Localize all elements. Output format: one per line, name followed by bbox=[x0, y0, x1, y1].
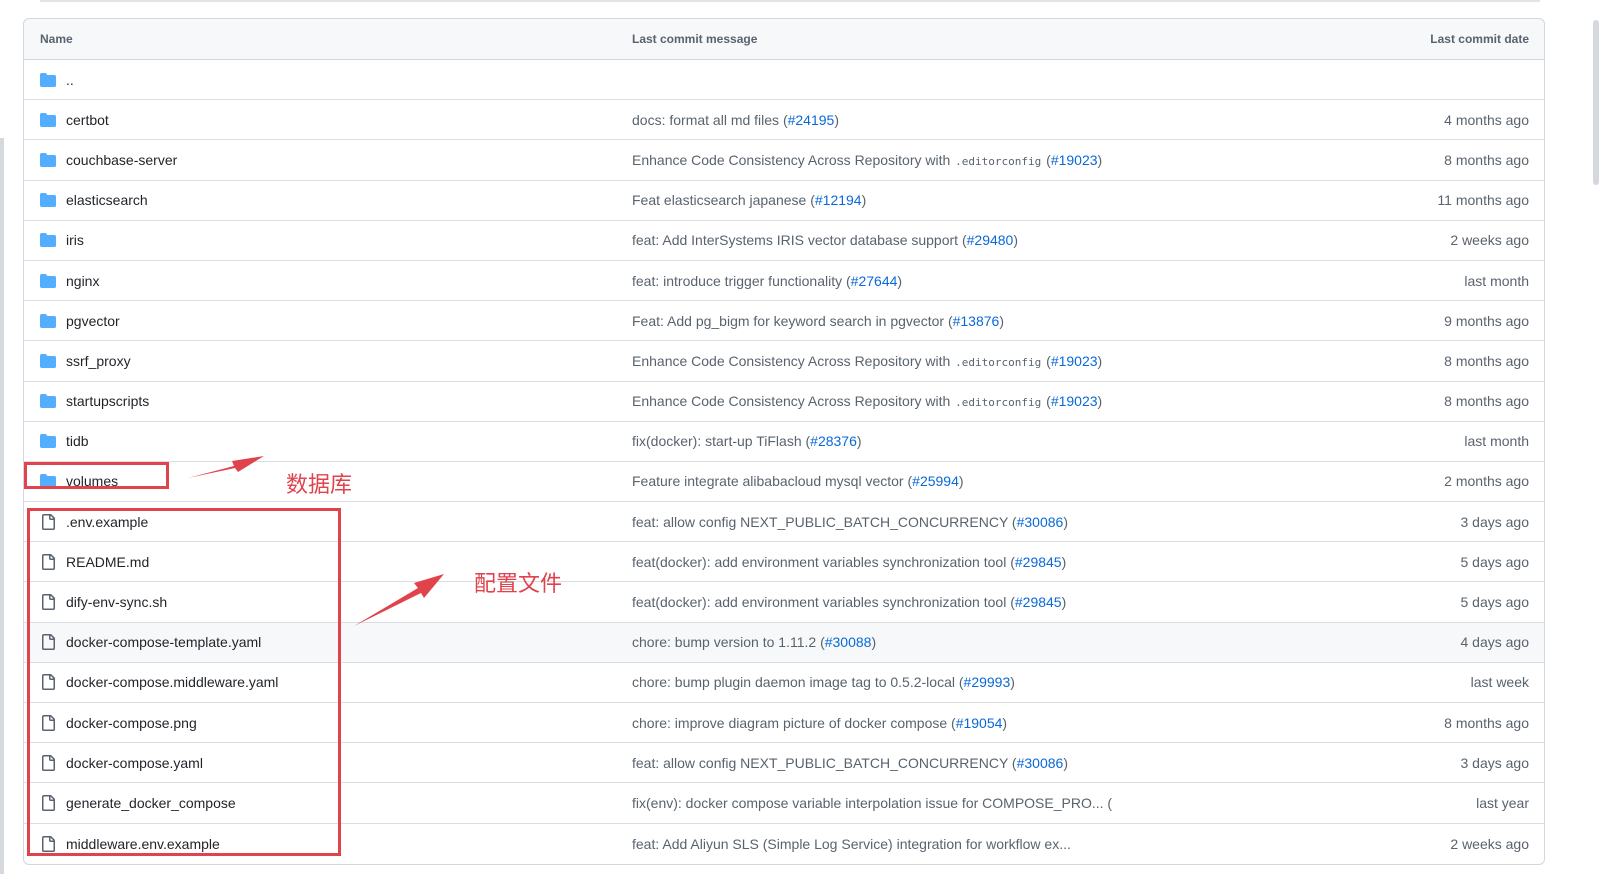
database-arrow bbox=[188, 456, 264, 478]
page: Name Last commit message Last commit dat… bbox=[0, 0, 1599, 891]
config-arrow bbox=[354, 574, 444, 626]
annotation-arrows bbox=[188, 456, 444, 626]
